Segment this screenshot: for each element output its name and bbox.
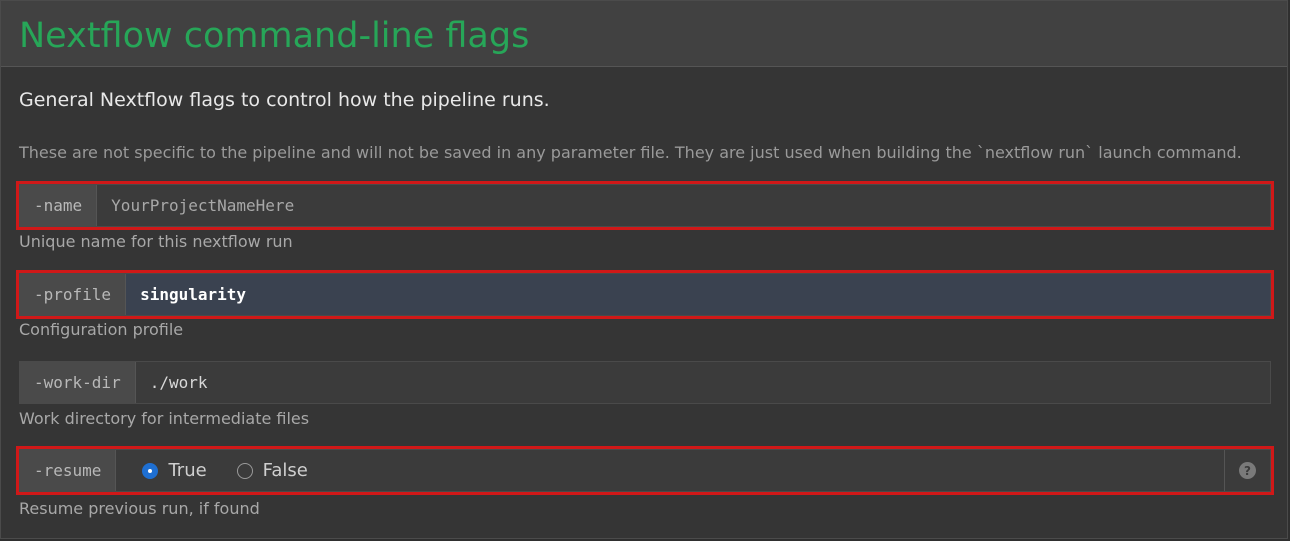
question-mark-icon[interactable]: ? (1239, 462, 1256, 479)
radio-checked-icon[interactable] (142, 462, 159, 479)
resume-true-label: True (168, 460, 207, 481)
radio-unchecked-icon[interactable] (236, 462, 253, 479)
name-help-text: Unique name for this nextflow run (19, 232, 293, 251)
profile-input-group: -profile (16, 270, 1274, 319)
resume-help-button[interactable]: ? (1224, 450, 1270, 491)
profile-flag-label: -profile (20, 274, 127, 315)
resume-flag-label: -resume (20, 450, 117, 491)
profile-input[interactable] (126, 274, 1270, 315)
section-title: Nextflow command-line flags (19, 16, 530, 56)
profile-help-text: Configuration profile (19, 320, 184, 339)
resume-false-option[interactable]: False (236, 460, 308, 481)
section-lead: General Nextflow flags to control how th… (19, 89, 550, 111)
resume-false-label: False (262, 460, 308, 481)
workdir-input-group: -work-dir (19, 361, 1271, 404)
resume-radio-group: True False (116, 450, 1224, 491)
name-input[interactable] (97, 185, 1270, 226)
workdir-help-text: Work directory for intermediate files (19, 409, 310, 428)
card-header: Nextflow command-line flags (1, 1, 1287, 67)
resume-input-group: -resume True False ? (16, 446, 1274, 495)
workdir-flag-label: -work-dir (20, 362, 136, 403)
name-input-group: -name (16, 181, 1274, 230)
nextflow-flags-card: Nextflow command-line flags General Next… (0, 0, 1288, 539)
resume-true-option[interactable]: True (142, 460, 207, 481)
section-description: These are not specific to the pipeline a… (19, 143, 1242, 162)
name-flag-label: -name (20, 185, 98, 226)
workdir-input[interactable] (135, 362, 1270, 403)
resume-help-text: Resume previous run, if found (19, 499, 260, 518)
